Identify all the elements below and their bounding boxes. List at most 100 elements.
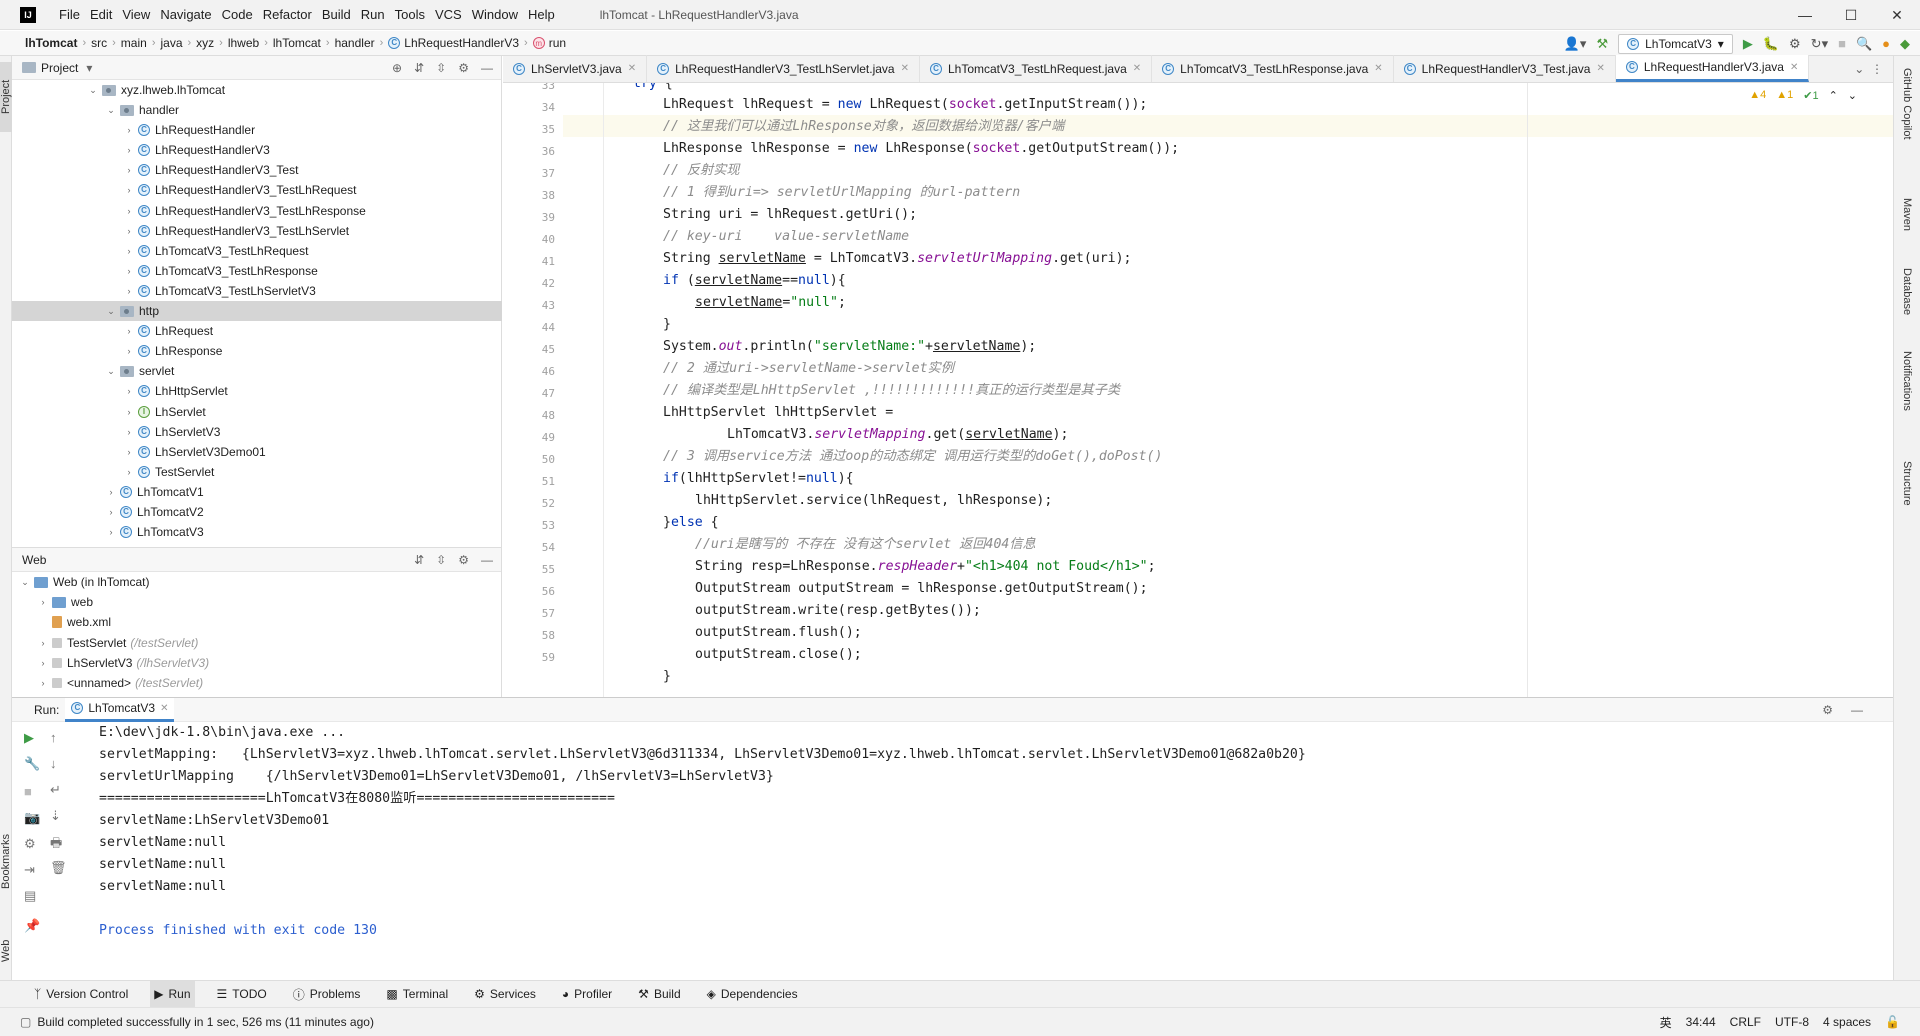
- code-editor[interactable]: 33 34 35 36 37 38 39 40 41 42 43 44 45 46 47 48 49 50 51 52…: [503, 83, 1893, 697]
- pin-icon[interactable]: 📌: [24, 918, 40, 934]
- status-message[interactable]: Build completed successfully in 1 sec, 5…: [37, 1015, 374, 1029]
- tree-item-lhrequesthandlerv3_testlhservlet[interactable]: › C LhRequestHandlerV3_TestLhServlet: [12, 221, 502, 241]
- lock-icon[interactable]: 🔓: [1885, 1015, 1900, 1029]
- locate-icon[interactable]: ⊕: [392, 61, 402, 75]
- tree-item-lhtomcatv2[interactable]: › C LhTomcatV2: [12, 502, 502, 522]
- close-icon[interactable]: ✕: [1874, 0, 1920, 30]
- editor-tab[interactable]: C LhRequestHandlerV3.java ✕: [1615, 55, 1810, 82]
- close-icon[interactable]: ✕: [628, 63, 636, 74]
- tab-problems[interactable]: ⓘ Problems: [289, 981, 365, 1008]
- notifications-tab[interactable]: Notifications: [1901, 351, 1913, 411]
- stop-icon[interactable]: ■: [24, 784, 32, 799]
- hide-icon[interactable]: —: [481, 553, 493, 567]
- tab-overflow-icon[interactable]: ⌄ ⋮: [1844, 55, 1893, 82]
- minimize-icon[interactable]: —: [1782, 0, 1828, 30]
- breadcrumb-handler[interactable]: handler: [330, 36, 380, 50]
- github-copilot-tab[interactable]: GitHub Copilot: [1901, 68, 1913, 140]
- indent-setting[interactable]: 4 spaces: [1823, 1015, 1871, 1029]
- menu-code[interactable]: Code: [217, 7, 258, 22]
- coverage-icon[interactable]: ⚙: [1789, 36, 1801, 52]
- collapse-all-icon[interactable]: ⇳: [436, 553, 446, 567]
- maven-tab[interactable]: Maven: [1901, 198, 1913, 231]
- file-encoding[interactable]: UTF-8: [1775, 1015, 1809, 1029]
- tree-item-lhrequest[interactable]: › C LhRequest: [12, 321, 502, 341]
- tree-item-handler[interactable]: ⌄ handler: [12, 100, 502, 120]
- run-config-selector[interactable]: C LhTomcatV3 ▾: [1618, 33, 1733, 54]
- tree-item-lhtomcatv3[interactable]: › C LhTomcatV3: [12, 522, 502, 542]
- update-icon[interactable]: ●: [1882, 36, 1890, 51]
- camera-icon[interactable]: 📷: [24, 810, 40, 826]
- close-icon[interactable]: ✕: [901, 63, 909, 74]
- editor-tab[interactable]: C LhServletV3.java ✕: [503, 55, 648, 82]
- hide-icon[interactable]: —: [1851, 703, 1863, 717]
- tree-item-lhresponse[interactable]: › C LhResponse: [12, 341, 502, 361]
- tree-item-lhservlet[interactable]: › I LhServlet: [12, 402, 502, 422]
- breadcrumb-lhweb[interactable]: lhweb: [223, 36, 264, 50]
- web-tree-item[interactable]: ⌄ Web (in lhTomcat): [12, 572, 502, 592]
- tab-dependencies[interactable]: ◈ Dependencies: [703, 981, 802, 1008]
- line-separator[interactable]: CRLF: [1730, 1015, 1761, 1029]
- maximize-icon[interactable]: ☐: [1828, 0, 1874, 30]
- tree-item-lhhttpservlet[interactable]: › C LhHttpServlet: [12, 381, 502, 401]
- breadcrumb-src[interactable]: src: [86, 36, 112, 50]
- exit-icon[interactable]: ⇥: [24, 862, 35, 878]
- breadcrumb-java[interactable]: java: [155, 36, 187, 50]
- expand-all-icon[interactable]: ⇵: [414, 553, 424, 567]
- tab-services[interactable]: ⚙ Services: [470, 981, 540, 1008]
- tab-build[interactable]: ⚒ Build: [634, 981, 684, 1008]
- gear-icon[interactable]: ⚙: [458, 553, 469, 567]
- menu-file[interactable]: File: [54, 7, 85, 22]
- menu-window[interactable]: Window: [467, 7, 523, 22]
- menu-run[interactable]: Run: [356, 7, 390, 22]
- tree-item-lhrequesthandler[interactable]: › C LhRequestHandler: [12, 120, 502, 140]
- bookmarks-tool-tab[interactable]: Bookmarks: [0, 821, 12, 901]
- editor-tab[interactable]: C LhRequestHandlerV3_Test.java ✕: [1394, 55, 1616, 82]
- tab-todo[interactable]: ☰ TODO: [213, 981, 271, 1008]
- print-icon[interactable]: 🖶: [50, 834, 62, 856]
- tree-item-lhtomcatv1[interactable]: › C LhTomcatV1: [12, 482, 502, 502]
- tree-item-lhtomcatv3_testlhrequest[interactable]: › C LhTomcatV3_TestLhRequest: [12, 241, 502, 261]
- build-hammer-icon[interactable]: ⚒: [1596, 36, 1608, 52]
- close-icon[interactable]: ✕: [1596, 63, 1604, 74]
- arrow-up-icon[interactable]: ↑: [50, 730, 57, 745]
- web-tree-item[interactable]: › <unnamed> (/testServlet): [12, 673, 502, 693]
- tab-run[interactable]: ▶ Run: [150, 980, 195, 1008]
- menu-help[interactable]: Help: [523, 7, 560, 22]
- close-icon[interactable]: ✕: [1374, 63, 1382, 74]
- rerun-icon[interactable]: ▶: [24, 730, 34, 746]
- web-tree-item[interactable]: › TestServlet (/testServlet): [12, 633, 502, 653]
- gear-icon[interactable]: ⚙: [1822, 703, 1833, 717]
- ide-features-icon[interactable]: ◆: [1900, 36, 1910, 52]
- trash-icon[interactable]: 🗑: [50, 860, 67, 876]
- breadcrumb-class[interactable]: C LhRequestHandlerV3: [383, 36, 524, 50]
- web-tree-item[interactable]: web.xml: [12, 612, 502, 632]
- hide-icon[interactable]: —: [481, 61, 493, 75]
- close-icon[interactable]: ✕: [160, 703, 168, 714]
- run-tab[interactable]: C LhTomcatV3 ✕: [65, 697, 175, 722]
- editor-tab[interactable]: C LhTomcatV3_TestLhRequest.java ✕: [920, 55, 1153, 82]
- wrench-icon[interactable]: 🔧: [24, 756, 40, 772]
- project-tool-tab[interactable]: Project: [0, 62, 12, 132]
- arrow-down-icon[interactable]: ↓: [50, 756, 57, 771]
- tree-item-lhservletv3demo01[interactable]: › C LhServletV3Demo01: [12, 442, 502, 462]
- breadcrumb-project[interactable]: lhTomcat: [20, 36, 82, 50]
- tree-item-servlet[interactable]: ⌄ servlet: [12, 361, 502, 381]
- debug-icon[interactable]: 🐛: [1763, 36, 1779, 52]
- collapse-all-icon[interactable]: ⇳: [436, 61, 446, 75]
- structure-tab[interactable]: Structure: [1901, 461, 1913, 506]
- editor-tab[interactable]: C LhRequestHandlerV3_TestLhServlet.java ✕: [647, 55, 920, 82]
- tree-item-lhrequesthandlerv3_test[interactable]: › C LhRequestHandlerV3_Test: [12, 160, 502, 180]
- tree-item-lhrequesthandlerv3_testlhresponse[interactable]: › C LhRequestHandlerV3_TestLhResponse: [12, 201, 502, 221]
- project-panel-title[interactable]: Project: [41, 61, 78, 75]
- tree-item-http[interactable]: ⌄ http: [12, 301, 502, 321]
- chevron-up-icon[interactable]: ⌃: [1829, 89, 1838, 102]
- menu-view[interactable]: View: [117, 7, 155, 22]
- scroll-to-end-icon[interactable]: ⇣: [50, 808, 61, 824]
- soft-wrap-icon[interactable]: ↵: [50, 782, 61, 798]
- menu-vcs[interactable]: VCS: [430, 7, 467, 22]
- tab-version-control[interactable]: ᛉ Version Control: [30, 981, 132, 1008]
- menu-refactor[interactable]: Refactor: [258, 7, 317, 22]
- ime-indicator[interactable]: 英: [1660, 1014, 1672, 1031]
- gear-icon[interactable]: ⚙: [458, 61, 469, 75]
- breadcrumb-xyz[interactable]: xyz: [191, 36, 219, 50]
